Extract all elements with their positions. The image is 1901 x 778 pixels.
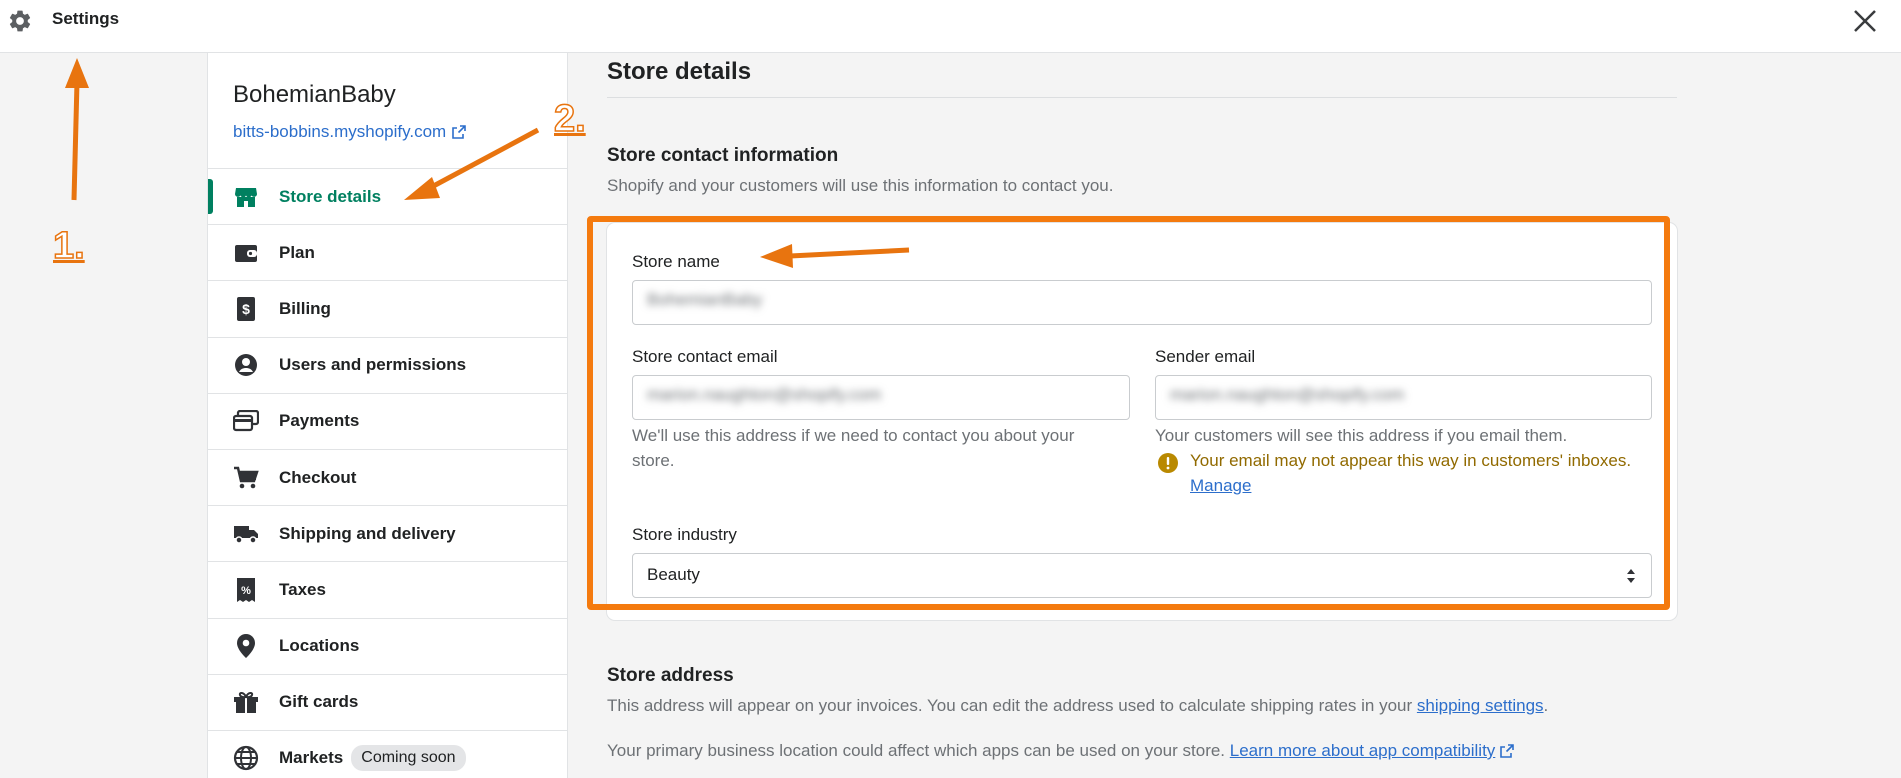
store-icon <box>233 184 259 210</box>
arrow-to-settings-head <box>65 58 89 88</box>
select-arrows-icon <box>1627 569 1635 583</box>
close-icon[interactable] <box>1850 6 1880 36</box>
taxes-icon: % <box>233 577 259 603</box>
sidebar-item-billing[interactable]: $ Billing <box>208 281 567 338</box>
step-2-annotation: 2. <box>553 97 586 141</box>
address-line-2-text: Your primary business location could aff… <box>607 741 1226 760</box>
user-icon <box>233 352 259 378</box>
email-warning-text: Your email may not appear this way in cu… <box>1190 451 1632 470</box>
store-url-text[interactable]: bitts-bobbins.myshopify.com <box>233 122 446 142</box>
external-link-icon <box>1500 744 1515 758</box>
sidebar-item-payments[interactable]: Payments <box>208 394 567 450</box>
step-1-annotation: 1. <box>52 224 85 268</box>
address-line-1-end: . <box>1543 696 1549 715</box>
app-compatibility-description: Your primary business location could aff… <box>607 741 1515 761</box>
contact-email-input[interactable]: marion.naughton@shopify.com <box>632 375 1130 420</box>
sidebar-item-label: Checkout <box>279 467 357 487</box>
coming-soon-badge: Coming soon <box>351 745 466 772</box>
title-divider <box>607 97 1677 98</box>
sidebar-item-label: Locations <box>279 636 360 656</box>
sidebar-item-label: Shipping and delivery <box>279 523 456 543</box>
store-name: BohemianBaby <box>233 81 396 108</box>
arrow-to-settings <box>71 81 80 201</box>
sender-email-value: marion.naughton@shopify.com <box>1170 385 1405 404</box>
cart-icon <box>233 465 259 491</box>
page-title-settings: Settings <box>52 9 120 28</box>
app-compatibility-link[interactable]: Learn more about app compatibility <box>1230 741 1515 761</box>
sidebar-item-label: Users and permissions <box>279 355 467 375</box>
sidebar-item-taxes[interactable]: % Taxes <box>208 562 567 619</box>
sidebar-item-markets[interactable]: Markets Coming soon <box>208 731 567 778</box>
app-compatibility-link-text[interactable]: Learn more about app compatibility <box>1230 741 1496 761</box>
top-bar: Settings <box>0 0 1901 53</box>
industry-label: Store industry <box>632 525 737 544</box>
sidebar-item-store-details[interactable]: Store details <box>208 169 567 226</box>
gift-icon <box>233 689 259 715</box>
store-details-title: Store details <box>607 58 752 85</box>
sidebar-item-locations[interactable]: Locations <box>208 619 567 675</box>
contact-section-subtitle: Shopify and your customers will use this… <box>607 176 1114 195</box>
contact-email-label: Store contact email <box>632 347 778 366</box>
svg-text:$: $ <box>242 301 250 317</box>
sidebar-item-label: Payments <box>279 411 360 431</box>
store-name-value: BohemianBaby <box>647 290 763 309</box>
industry-selected-value: Beauty <box>647 565 700 584</box>
settings-sidebar: BohemianBaby bitts-bobbins.myshopify.com… <box>207 53 568 778</box>
sidebar-item-plan[interactable]: Plan <box>208 225 567 282</box>
store-name-label: Store name <box>632 252 720 271</box>
location-pin-icon <box>233 633 259 659</box>
external-link-icon <box>452 125 467 139</box>
sidebar-item-users[interactable]: Users and permissions <box>208 338 567 394</box>
shipping-settings-link[interactable]: shipping settings <box>1417 696 1544 716</box>
contact-section-title: Store contact information <box>607 145 839 166</box>
truck-icon <box>233 521 259 547</box>
address-description: This address will appear on your invoice… <box>607 696 1548 716</box>
sidebar-item-checkout[interactable]: Checkout <box>208 450 567 507</box>
sender-email-help: Your customers will see this address if … <box>1155 426 1568 445</box>
manage-link[interactable]: Manage <box>1190 476 1251 495</box>
payments-icon <box>233 408 259 434</box>
gear-icon <box>9 10 31 32</box>
address-line-1-text: This address will appear on your invoice… <box>607 696 1413 715</box>
sidebar-item-label: Taxes <box>279 579 326 599</box>
store-url-link[interactable]: bitts-bobbins.myshopify.com <box>233 122 567 142</box>
sender-email-label: Sender email <box>1155 347 1256 366</box>
manage-link-wrap: Manage <box>1190 473 1251 498</box>
billing-icon: $ <box>233 296 259 322</box>
contact-email-help: We'll use this address if we need to con… <box>632 423 1130 473</box>
sidebar-item-shipping[interactable]: Shipping and delivery <box>208 506 567 563</box>
sidebar-item-label: Markets <box>279 748 344 768</box>
sidebar-item-label: Store details <box>279 186 382 206</box>
store-name-input[interactable]: BohemianBaby <box>632 280 1652 325</box>
contact-email-value: marion.naughton@shopify.com <box>647 385 882 404</box>
contact-card: Store name BohemianBaby Store contact em… <box>607 223 1677 620</box>
industry-select[interactable]: Beauty <box>632 553 1652 598</box>
store-header: BohemianBaby bitts-bobbins.myshopify.com <box>208 53 567 169</box>
sidebar-item-label: Billing <box>279 298 331 318</box>
sidebar-item-gift-cards[interactable]: Gift cards <box>208 675 567 731</box>
globe-icon <box>233 745 259 771</box>
svg-text:%: % <box>241 585 251 597</box>
sidebar-item-label: Plan <box>279 242 315 262</box>
warning-icon <box>1158 453 1178 473</box>
contact-email-help-line-2: store. <box>632 451 675 470</box>
address-section-title: Store address <box>607 665 734 686</box>
sender-email-input[interactable]: marion.naughton@shopify.com <box>1155 375 1652 420</box>
sidebar-item-label: Gift cards <box>279 692 359 712</box>
contact-email-help-line-1: We'll use this address if we need to con… <box>632 426 1075 445</box>
wallet-icon <box>233 240 259 266</box>
